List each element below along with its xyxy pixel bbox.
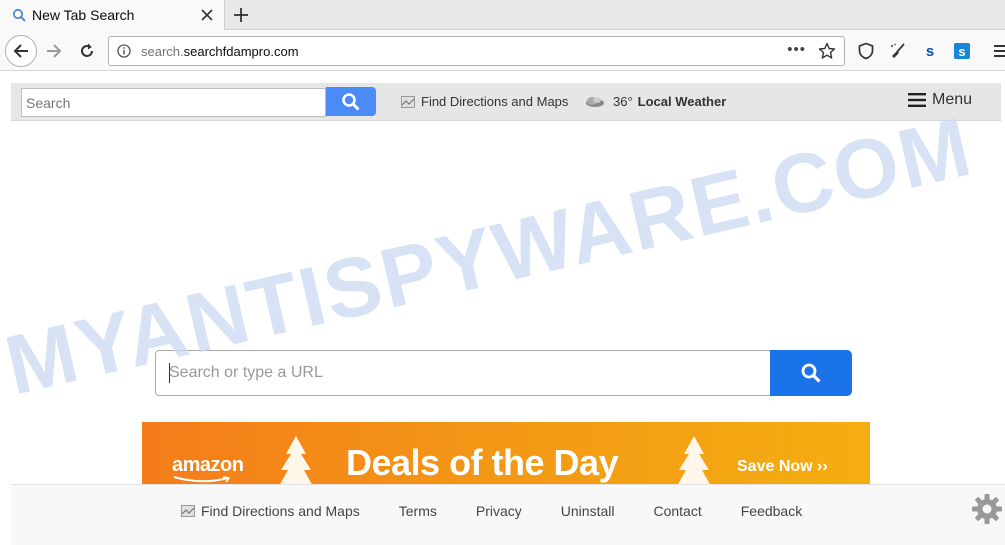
s-box-icon: s — [954, 43, 970, 59]
back-button[interactable] — [5, 35, 37, 67]
banner-cta[interactable]: Save Now ›› — [737, 458, 828, 476]
page-content: Find Directions and Maps 36° Local Weath… — [0, 72, 1005, 545]
main-search-input[interactable]: Search or type a URL — [155, 350, 772, 396]
tab-new-tab-search[interactable]: New Tab Search — [0, 0, 225, 30]
main-search: Search or type a URL — [155, 350, 852, 396]
snowy-tree-icon — [677, 436, 711, 486]
snowy-tree-icon — [279, 436, 313, 486]
s-box-extension-button[interactable]: s — [952, 41, 972, 61]
svg-text:s: s — [958, 44, 965, 59]
page-actions-icon[interactable]: ••• — [787, 41, 806, 58]
hamburger-icon — [994, 45, 1005, 57]
site-footer: Find Directions and Maps Terms Privacy U… — [11, 484, 1005, 545]
s-letter-icon: s — [926, 43, 934, 60]
back-arrow-icon — [13, 44, 28, 58]
reload-icon — [81, 43, 93, 57]
hamburger-icon — [908, 93, 926, 107]
footer-terms-link[interactable]: Terms — [399, 503, 437, 519]
amazon-ad-banner[interactable]: amazon Deals of the Day Save Now ›› — [142, 422, 870, 486]
forward-arrow-icon — [47, 44, 62, 58]
s-extension-button[interactable]: s — [920, 41, 940, 61]
amazon-logo-text: amazon — [172, 454, 244, 476]
header-search-input[interactable] — [21, 88, 326, 117]
app-menu-button[interactable] — [990, 41, 1005, 61]
amazon-smile-icon — [173, 476, 231, 483]
tab-title: New Tab Search — [32, 7, 135, 23]
footer-feedback-link[interactable]: Feedback — [741, 503, 802, 519]
new-tab-plus-icon[interactable] — [230, 5, 252, 25]
main-search-button[interactable] — [770, 350, 852, 396]
footer-privacy-link[interactable]: Privacy — [476, 503, 522, 519]
bookmark-star-icon[interactable] — [818, 42, 836, 60]
search-icon — [13, 9, 26, 22]
search-icon — [801, 363, 821, 383]
weather-label: Local Weather — [637, 94, 727, 109]
tab-strip: New Tab Search — [0, 0, 1005, 30]
url-domain: searchfdampro.com — [183, 44, 299, 59]
directions-link[interactable]: Find Directions and Maps — [401, 94, 568, 109]
site-header: Find Directions and Maps 36° Local Weath… — [11, 83, 1001, 121]
map-icon — [401, 95, 415, 108]
weather-temperature: 36° — [613, 94, 633, 109]
footer-links: Find Directions and Maps Terms Privacy U… — [181, 503, 841, 519]
cloud-icon — [586, 96, 604, 107]
shield-button[interactable] — [856, 41, 876, 61]
navigation-toolbar: search.searchfdampro.com ••• s s — [0, 31, 1005, 71]
extension-button[interactable] — [888, 41, 908, 61]
info-icon[interactable] — [117, 44, 131, 58]
footer-directions-link[interactable]: Find Directions and Maps — [181, 503, 360, 519]
footer-contact-link[interactable]: Contact — [653, 503, 701, 519]
url-text[interactable]: search.searchfdampro.com — [141, 44, 299, 59]
gear-icon[interactable] — [971, 493, 1003, 525]
svg-text:s: s — [926, 43, 934, 60]
forward-button[interactable] — [38, 35, 70, 67]
close-tab-icon[interactable] — [200, 8, 214, 22]
search-icon — [342, 92, 360, 111]
shield-icon — [858, 42, 874, 60]
broom-icon — [891, 43, 905, 58]
menu-button[interactable]: Menu — [908, 91, 972, 109]
directions-label: Find Directions and Maps — [421, 94, 569, 109]
footer-uninstall-link[interactable]: Uninstall — [561, 503, 615, 519]
weather-link[interactable]: 36° Local Weather — [583, 94, 726, 109]
url-prefix: search. — [141, 44, 184, 59]
footer-directions-label: Find Directions and Maps — [201, 503, 360, 519]
header-search-button[interactable] — [326, 87, 376, 116]
banner-headline: Deals of the Day — [346, 442, 619, 483]
map-icon — [181, 505, 195, 517]
address-bar[interactable]: search.searchfdampro.com ••• — [108, 36, 845, 66]
menu-label: Menu — [932, 91, 973, 108]
reload-button[interactable] — [71, 35, 103, 67]
